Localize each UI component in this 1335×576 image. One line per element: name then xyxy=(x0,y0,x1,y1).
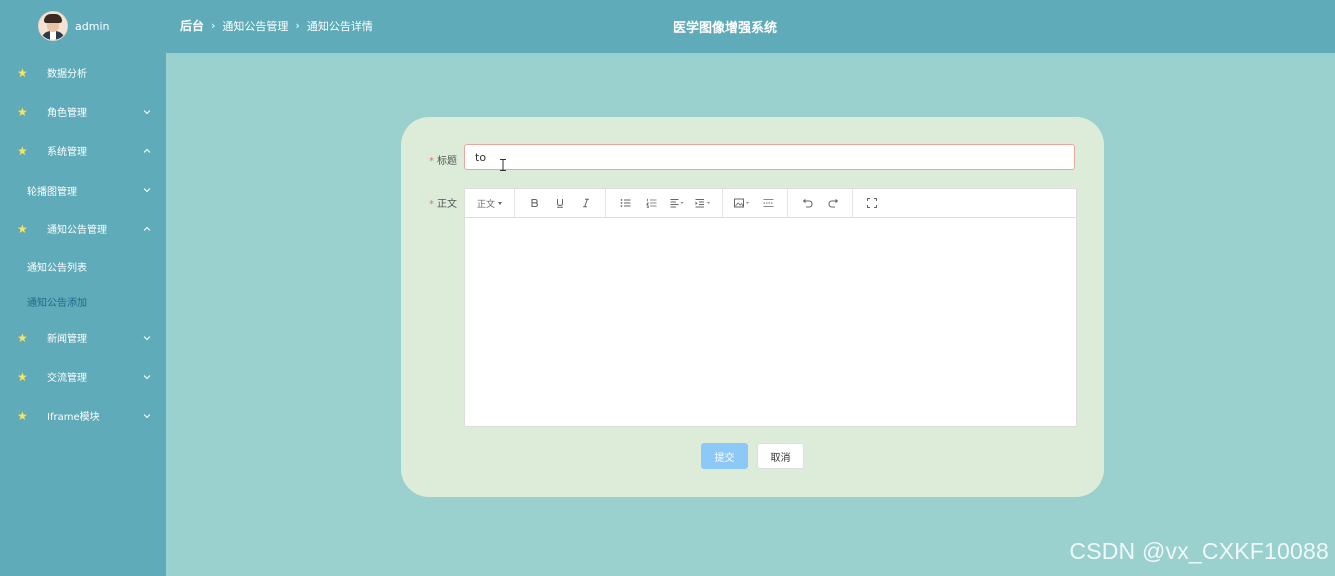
sidebar-item-news[interactable]: ★ 新闻管理 xyxy=(0,318,166,357)
chevron-down-icon xyxy=(143,413,151,418)
editor-toolbar: 正文 xyxy=(465,189,1076,218)
body-label: * 正文 xyxy=(429,199,457,210)
divider-icon[interactable] xyxy=(755,193,781,213)
sidebar-item-notice-list[interactable]: 通知公告列表 xyxy=(0,249,166,283)
star-icon: ★ xyxy=(17,143,28,158)
sidebar-item-label: 角色管理 xyxy=(47,108,87,119)
text-cursor-icon xyxy=(500,159,506,171)
sidebar-item-notices[interactable]: ★ 通知公告管理 xyxy=(0,209,166,248)
bold-icon[interactable] xyxy=(521,193,547,213)
star-icon: ★ xyxy=(17,104,28,119)
required-mark: * xyxy=(429,156,434,167)
username: admin xyxy=(75,19,110,33)
star-icon: ★ xyxy=(17,369,28,384)
sidebar: ★ 数据分析 ★ 角色管理 ★ 系统管理 轮播图管理 ★ 通知公告管理 通知公告… xyxy=(0,53,166,576)
caret-down-icon xyxy=(498,201,503,205)
sidebar-item-carousel[interactable]: 轮播图管理 xyxy=(0,173,166,207)
sidebar-item-data-analysis[interactable]: ★ 数据分析 xyxy=(0,53,166,92)
watermark: CSDN @vx_CXKF10088 xyxy=(1069,538,1329,564)
submit-button[interactable]: 提交 xyxy=(701,443,748,469)
chevron-down-icon xyxy=(143,109,151,114)
title-label: * 标题 xyxy=(429,156,457,167)
sidebar-item-exchange[interactable]: ★ 交流管理 xyxy=(0,357,166,396)
sidebar-item-label: 通知公告添加 xyxy=(27,297,87,309)
heading-select[interactable]: 正文 xyxy=(471,197,508,210)
sidebar-item-label: Iframe模块 xyxy=(47,412,100,423)
breadcrumb-home[interactable]: 后台 xyxy=(180,17,204,34)
star-icon: ★ xyxy=(17,221,28,236)
user-profile[interactable]: admin xyxy=(38,11,109,41)
sidebar-item-iframe[interactable]: ★ Iframe模块 xyxy=(0,396,166,435)
chevron-down-icon xyxy=(143,335,151,340)
sidebar-item-label: 数据分析 xyxy=(47,69,87,80)
sidebar-item-label: 通知公告列表 xyxy=(27,262,87,274)
underline-icon[interactable] xyxy=(547,193,573,213)
chevron-up-icon xyxy=(143,148,151,153)
redo-icon[interactable] xyxy=(820,193,846,213)
avatar[interactable] xyxy=(38,11,68,41)
notice-form-card: *标题 *正文 正文 xyxy=(401,117,1104,497)
chevron-right-icon: › xyxy=(211,19,216,32)
italic-icon[interactable] xyxy=(573,193,599,213)
breadcrumb: 后台 › 通知公告管理 › 通知公告详情 xyxy=(180,17,373,34)
star-icon: ★ xyxy=(17,330,28,345)
rich-text-editor: 正文 xyxy=(464,188,1077,427)
title-input[interactable] xyxy=(464,144,1075,170)
top-header: admin 后台 › 通知公告管理 › 通知公告详情 医学图像增强系统 xyxy=(0,0,1335,53)
indent-icon[interactable] xyxy=(690,193,716,213)
sidebar-item-label: 通知公告管理 xyxy=(47,225,107,236)
system-title: 医学图像增强系统 xyxy=(672,21,777,36)
sidebar-item-roles[interactable]: ★ 角色管理 xyxy=(0,92,166,131)
sidebar-item-label: 新闻管理 xyxy=(47,334,87,345)
sidebar-item-notice-add[interactable]: 通知公告添加 xyxy=(0,284,166,318)
chevron-down-icon xyxy=(143,188,151,193)
editor-content-area[interactable] xyxy=(465,218,1076,426)
align-icon[interactable] xyxy=(664,193,690,213)
fullscreen-icon[interactable] xyxy=(859,193,885,213)
breadcrumb-current: 通知公告详情 xyxy=(306,19,373,33)
ordered-list-icon[interactable] xyxy=(638,193,664,213)
sidebar-item-label: 轮播图管理 xyxy=(27,186,77,198)
sidebar-item-label: 系统管理 xyxy=(47,147,87,158)
sidebar-item-label: 交流管理 xyxy=(47,373,87,384)
chevron-up-icon xyxy=(143,226,151,231)
chevron-right-icon: › xyxy=(295,19,300,32)
required-mark: * xyxy=(429,199,434,210)
bullet-list-icon[interactable] xyxy=(612,193,638,213)
star-icon: ★ xyxy=(17,65,28,80)
cancel-button[interactable]: 取消 xyxy=(757,443,804,469)
chevron-down-icon xyxy=(143,374,151,379)
undo-icon[interactable] xyxy=(794,193,820,213)
breadcrumb-item[interactable]: 通知公告管理 xyxy=(222,18,288,34)
sidebar-item-system[interactable]: ★ 系统管理 xyxy=(0,131,166,170)
image-icon[interactable] xyxy=(729,193,755,213)
star-icon: ★ xyxy=(17,408,28,423)
